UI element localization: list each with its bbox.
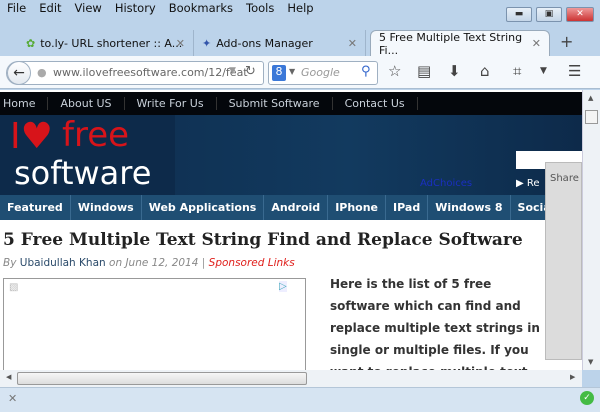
checkmark-icon: ✓ bbox=[580, 391, 594, 405]
puzzle-icon: ✦ bbox=[202, 36, 212, 50]
crop-icon[interactable]: ⌗ bbox=[513, 62, 521, 80]
byline: By Ubaidullah Khan on June 12, 2014 | Sp… bbox=[3, 257, 295, 269]
tab-strip: ✿ to.ly- URL shortener :: A... ✕ ✦ Add-o… bbox=[0, 28, 600, 57]
adchoices-link[interactable]: AdChoices bbox=[420, 178, 472, 189]
scroll-up-icon[interactable]: ▲ bbox=[588, 94, 593, 102]
author-link[interactable]: Ubaidullah Khan bbox=[20, 257, 106, 269]
horizontal-scrollbar[interactable]: ◀ ▶ bbox=[0, 370, 582, 387]
article-intro: Here is the list of 5 free software whic… bbox=[330, 277, 540, 370]
site-logo[interactable]: I♥ free software bbox=[0, 115, 175, 195]
menu-view[interactable]: View bbox=[68, 0, 108, 20]
tab-toly[interactable]: ✿ to.ly- URL shortener :: A... ✕ bbox=[18, 30, 194, 56]
post-date: on June 12, 2014 bbox=[109, 257, 199, 269]
broken-image-icon: ▧ bbox=[9, 282, 19, 293]
close-tab-icon[interactable]: ✕ bbox=[176, 37, 185, 50]
menu-tools[interactable]: Tools bbox=[239, 0, 280, 20]
heart-icon: I♥ bbox=[10, 116, 53, 157]
tab-active-article[interactable]: 5 Free Multiple Text String Fi... ✕ bbox=[370, 30, 550, 57]
menu-bookmarks[interactable]: Bookmarks bbox=[162, 0, 239, 20]
search-input[interactable]: Google bbox=[301, 66, 340, 79]
close-addon-bar-icon[interactable]: ✕ bbox=[8, 392, 17, 405]
read-more-link[interactable]: ▶ Re bbox=[516, 178, 540, 189]
nav-contact[interactable]: Contact Us bbox=[333, 97, 418, 110]
site-top-nav: Home About US Write For Us Submit Softwa… bbox=[0, 92, 582, 115]
share-panel[interactable]: Share bbox=[545, 162, 582, 360]
url-text[interactable]: www.ilovefreesoftware.com/12/feat bbox=[53, 66, 248, 79]
download-icon[interactable]: ⬇ bbox=[448, 62, 461, 80]
nav-write[interactable]: Write For Us bbox=[125, 97, 217, 110]
logo-text-free: free bbox=[62, 115, 130, 155]
home-icon[interactable]: ⌂ bbox=[480, 62, 490, 80]
adchoices-icon[interactable]: ▷ bbox=[279, 281, 287, 292]
nav-toolbar: ← ● www.ilovefreesoftware.com/12/feat ▼ … bbox=[0, 56, 600, 89]
menu-history[interactable]: History bbox=[108, 0, 162, 20]
cat-featured[interactable]: Featured bbox=[0, 195, 71, 220]
share-label: Share bbox=[550, 173, 579, 184]
nav-home[interactable]: Home bbox=[0, 97, 49, 110]
tab-addons[interactable]: ✦ Add-ons Manager ✕ bbox=[194, 30, 366, 56]
globe-icon: ● bbox=[37, 66, 47, 79]
dropdown-arrow-icon[interactable]: ▼ bbox=[229, 66, 236, 76]
menu-edit[interactable]: Edit bbox=[32, 0, 67, 20]
vscroll-thumb[interactable] bbox=[585, 110, 598, 124]
cat-windows[interactable]: Windows bbox=[71, 195, 142, 220]
google-icon[interactable]: 8 bbox=[272, 65, 286, 81]
search-icon[interactable]: ⚲ bbox=[361, 64, 371, 79]
cat-windows8[interactable]: Windows 8 bbox=[428, 195, 511, 220]
nav-submit[interactable]: Submit Software bbox=[217, 97, 333, 110]
site-header: I♥ free software AdChoices ▶ Re bbox=[0, 115, 582, 195]
cat-iphone[interactable]: IPhone bbox=[328, 195, 387, 220]
search-bar[interactable]: 8 ▼ Google ⚲ bbox=[268, 61, 378, 85]
article-title: 5 Free Multiple Text String Find and Rep… bbox=[3, 230, 523, 250]
maximize-button[interactable]: ▣ bbox=[536, 7, 562, 22]
scroll-right-icon[interactable]: ▶ bbox=[570, 373, 575, 381]
url-bar[interactable]: ← ● www.ilovefreesoftware.com/12/feat ▼ … bbox=[6, 61, 264, 85]
new-tab-button[interactable]: + bbox=[560, 32, 573, 51]
sponsored-links[interactable]: Sponsored Links bbox=[209, 257, 295, 269]
separator: | bbox=[201, 257, 206, 269]
tab-title: Add-ons Manager bbox=[216, 36, 313, 50]
nav-about[interactable]: About US bbox=[48, 97, 125, 110]
close-window-button[interactable]: ✕ bbox=[566, 7, 594, 22]
puzzle-icon: ✿ bbox=[26, 36, 36, 50]
page-content: Home About US Write For Us Submit Softwa… bbox=[0, 90, 582, 370]
menu-file[interactable]: File bbox=[0, 0, 32, 20]
ad-frame[interactable]: ▧ ▷ bbox=[3, 278, 306, 370]
cat-ipad[interactable]: IPad bbox=[386, 195, 429, 220]
dropdown-arrow-icon: ▼ bbox=[289, 67, 296, 76]
cat-web-apps[interactable]: Web Applications bbox=[142, 195, 265, 220]
bookmark-star-icon[interactable]: ☆ bbox=[388, 62, 401, 80]
category-bar: Featured Windows Web Applications Androi… bbox=[0, 195, 582, 220]
menu-hamburger-icon[interactable]: ☰ bbox=[568, 62, 581, 80]
back-button[interactable]: ← bbox=[7, 61, 31, 85]
status-bar: ✕ ✓ bbox=[0, 387, 600, 412]
logo-text-software: software bbox=[14, 154, 152, 192]
tab-title: to.ly- URL shortener :: A... bbox=[40, 36, 183, 50]
minimize-button[interactable]: ▬ bbox=[506, 7, 532, 22]
dropdown-arrow-icon[interactable]: ▼ bbox=[540, 66, 547, 76]
cat-android[interactable]: Android bbox=[264, 195, 329, 220]
close-tab-icon[interactable]: ✕ bbox=[348, 37, 357, 50]
close-tab-icon[interactable]: ✕ bbox=[532, 37, 541, 50]
hscroll-thumb[interactable] bbox=[17, 372, 307, 385]
menu-help[interactable]: Help bbox=[280, 0, 319, 20]
scroll-down-icon[interactable]: ▼ bbox=[588, 358, 593, 366]
vertical-scrollbar[interactable]: ▲ ▼ bbox=[582, 90, 600, 370]
bookmarks-list-icon[interactable]: ▤ bbox=[417, 62, 431, 80]
reload-icon[interactable]: ↻ bbox=[245, 64, 256, 79]
tab-title: 5 Free Multiple Text String Fi... bbox=[379, 30, 523, 57]
by-label: By bbox=[3, 257, 17, 269]
scroll-left-icon[interactable]: ◀ bbox=[6, 373, 11, 381]
